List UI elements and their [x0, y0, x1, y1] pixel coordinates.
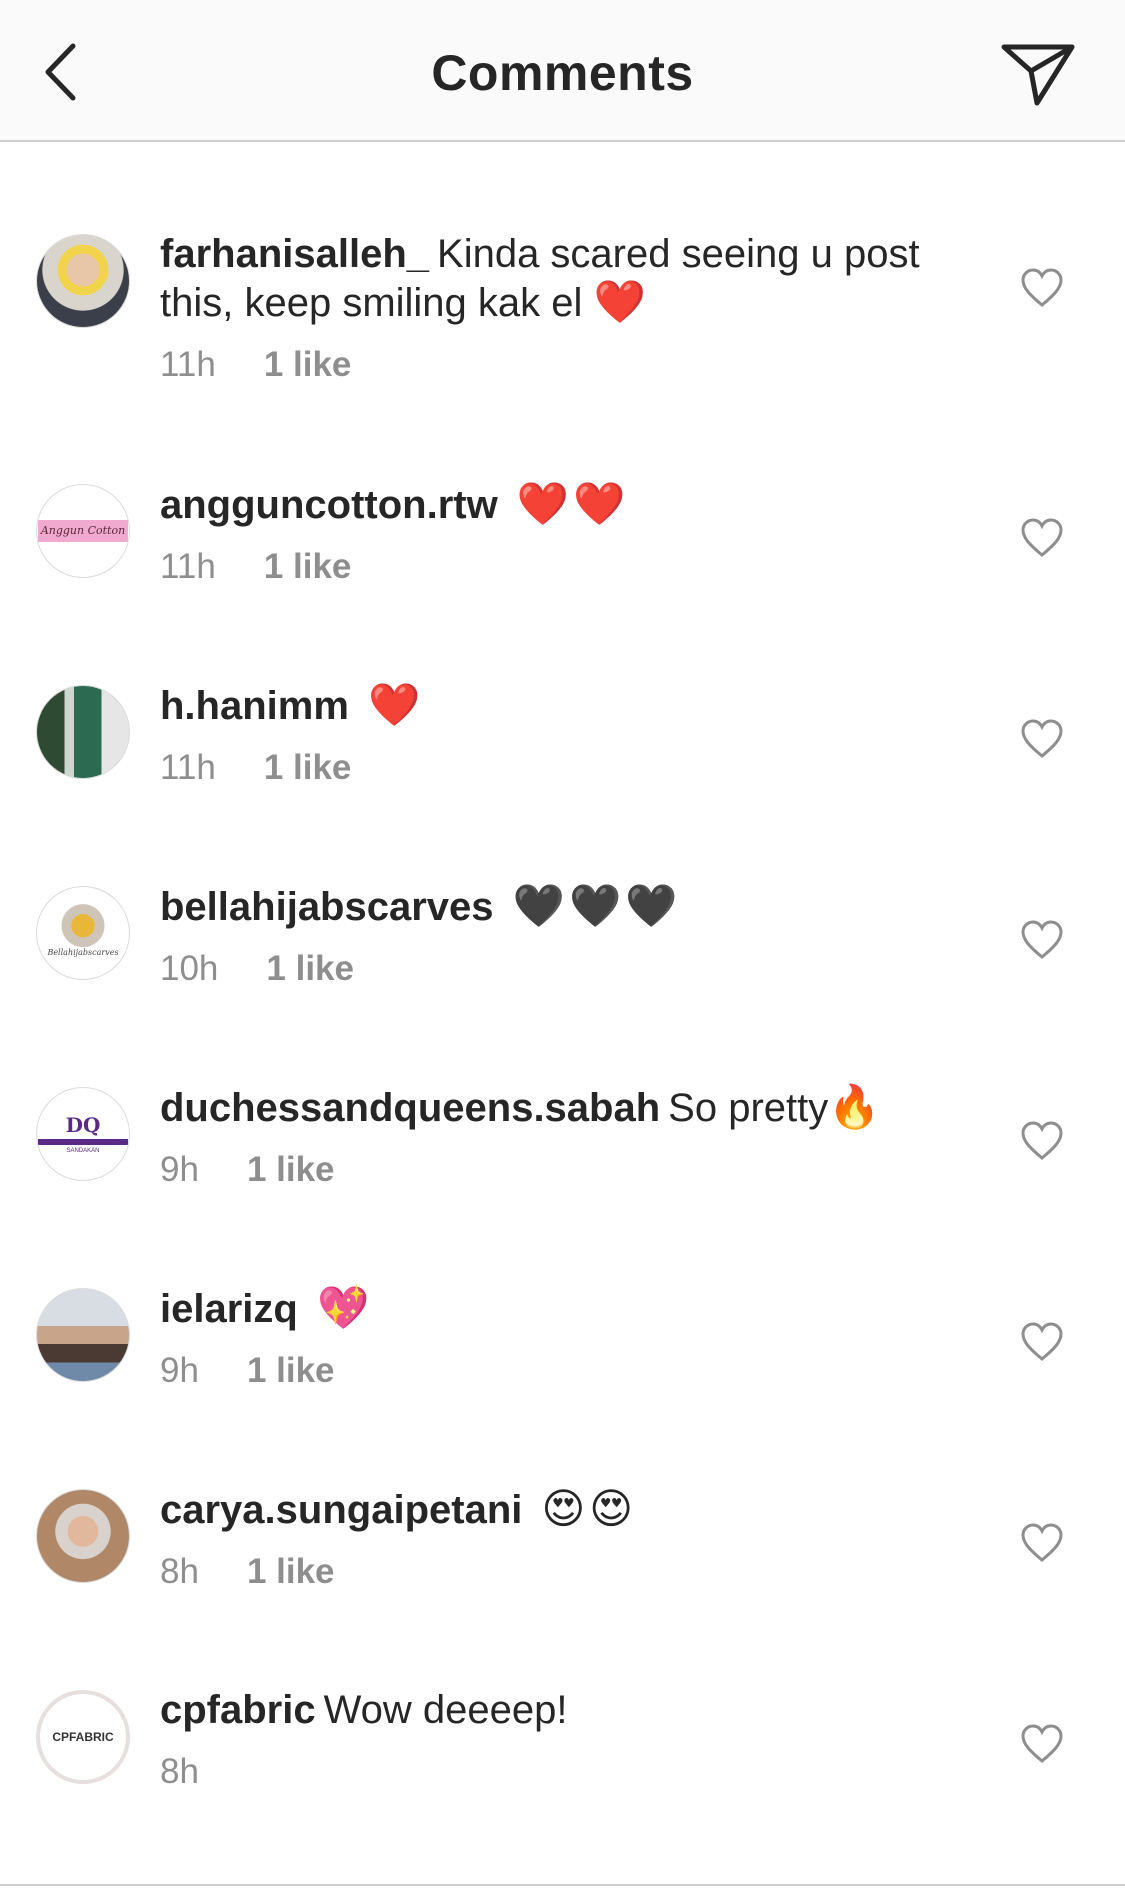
like-heart-icon[interactable] — [1020, 920, 1064, 960]
comment-meta: 11h 1 like — [160, 345, 920, 385]
comment-meta: 10h 1 like — [160, 949, 920, 989]
avatar[interactable] — [36, 685, 130, 779]
comment-text: farhanisalleh_ Kinda scared seeing u post… — [160, 230, 920, 327]
share-button[interactable] — [996, 36, 1080, 112]
avatar[interactable]: Bellahijabscarves — [36, 886, 130, 980]
likes-count[interactable]: 1 like — [264, 748, 352, 787]
likes-count[interactable]: 1 like — [264, 345, 352, 384]
comment-text: carya.sungaipetani 😍😍 — [160, 1485, 920, 1534]
likes-count[interactable]: 1 like — [247, 1552, 335, 1591]
emoji: ❤️❤️ — [516, 480, 630, 527]
comment-text: ielarizq 💖 — [160, 1284, 920, 1333]
username-link[interactable]: carya.sungaipetani — [160, 1488, 522, 1532]
emoji: ❤️ — [368, 681, 425, 728]
timestamp: 11h — [160, 345, 216, 384]
emoji: 🔥 — [828, 1083, 885, 1130]
likes-count[interactable]: 1 like — [264, 547, 352, 586]
username-link[interactable]: h.hanimm — [160, 684, 349, 728]
avatar[interactable] — [36, 1489, 130, 1583]
avatar-logo: CPFABRIC — [52, 1730, 114, 1744]
timestamp: 9h — [160, 1351, 199, 1390]
comment-text: h.hanimm ❤️ — [160, 681, 920, 730]
username-link[interactable]: bellahijabscarves — [160, 885, 494, 929]
comment-meta: 8h 1 like — [160, 1552, 920, 1592]
comment-text: cpfabric Wow deeeep! — [160, 1686, 920, 1734]
page-title: Comments — [431, 45, 694, 101]
like-heart-icon[interactable] — [1020, 1724, 1064, 1764]
likes-count[interactable]: 1 like — [247, 1150, 335, 1189]
like-heart-icon[interactable] — [1020, 1322, 1064, 1362]
comment-meta: 11h 1 like — [160, 748, 920, 788]
like-heart-icon[interactable] — [1020, 518, 1064, 558]
comment-meta: 8h — [160, 1752, 920, 1792]
username-link[interactable]: angguncotton.rtw — [160, 483, 498, 527]
avatar-logo: Bellahijabscarves — [47, 948, 119, 957]
comment-text: angguncotton.rtw ❤️❤️ — [160, 480, 920, 529]
timestamp: 8h — [160, 1752, 199, 1791]
comment-message: So pretty — [668, 1086, 829, 1130]
avatar[interactable]: DQ SANDAKAN — [36, 1087, 130, 1181]
likes-count[interactable]: 1 like — [266, 949, 354, 988]
emoji: ❤️ — [593, 278, 650, 325]
comment-meta: 9h 1 like — [160, 1150, 920, 1190]
timestamp: 9h — [160, 1150, 199, 1189]
username-link[interactable]: cpfabric — [160, 1688, 316, 1732]
comment-meta: 9h 1 like — [160, 1351, 920, 1391]
timestamp: 11h — [160, 547, 216, 586]
emoji: 💖 — [316, 1284, 374, 1331]
emoji: 😍😍 — [541, 1485, 638, 1532]
timestamp: 10h — [160, 949, 219, 988]
avatar-logo: Anggun Cotton — [38, 520, 128, 542]
comment-message: Wow deeeep! — [323, 1688, 568, 1732]
avatar[interactable]: Anggun Cotton — [36, 484, 130, 578]
avatar-caption: SANDAKAN — [66, 1147, 100, 1154]
send-icon — [1001, 44, 1075, 106]
navigation-bar: Comments — [0, 0, 1125, 142]
comment-text: duchessandqueens.sabah So pretty🔥 — [160, 1083, 920, 1132]
avatar[interactable]: CPFABRIC — [36, 1690, 130, 1784]
username-link[interactable]: farhanisalleh_ — [160, 232, 429, 276]
like-heart-icon[interactable] — [1020, 1121, 1064, 1161]
emoji: 🖤🖤🖤 — [512, 882, 682, 929]
bottom-divider — [0, 1884, 1125, 1886]
comment-text: bellahijabscarves 🖤🖤🖤 — [160, 882, 920, 931]
timestamp: 8h — [160, 1552, 199, 1591]
username-link[interactable]: ielarizq — [160, 1287, 298, 1331]
avatar-logo: DQ — [65, 1112, 101, 1137]
comment-meta: 11h 1 like — [160, 547, 920, 587]
like-heart-icon[interactable] — [1020, 268, 1064, 308]
username-link[interactable]: duchessandqueens.sabah — [160, 1086, 660, 1130]
avatar[interactable] — [36, 1288, 130, 1382]
likes-count[interactable]: 1 like — [247, 1351, 335, 1390]
avatar[interactable] — [36, 234, 130, 328]
like-heart-icon[interactable] — [1020, 1523, 1064, 1563]
avatar-banner — [38, 1138, 128, 1145]
like-heart-icon[interactable] — [1020, 719, 1064, 759]
timestamp: 11h — [160, 748, 216, 787]
